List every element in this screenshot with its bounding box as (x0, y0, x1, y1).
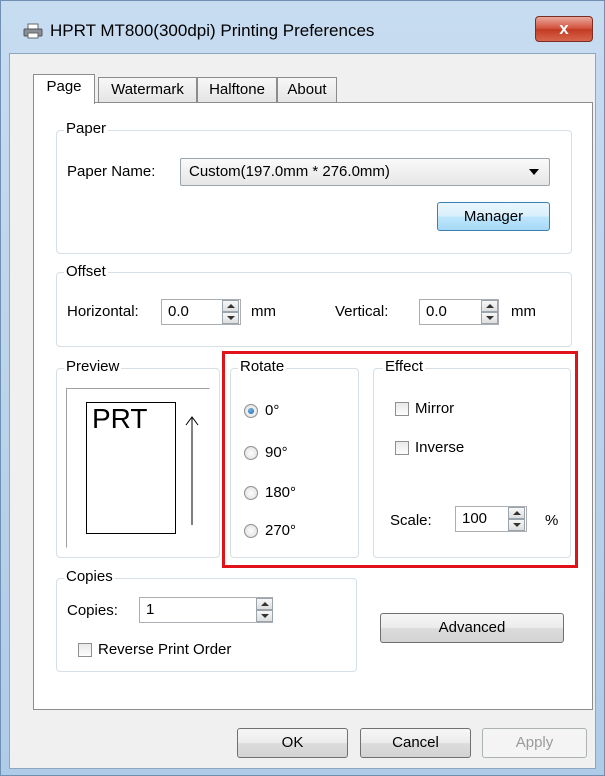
tab-page[interactable]: Page (33, 74, 95, 104)
copies-label: Copies: (67, 602, 118, 619)
reverse-order-checkbox[interactable] (78, 643, 92, 657)
highlight-box (222, 351, 578, 568)
manager-button[interactable]: Manager (437, 202, 550, 231)
spin-up-icon[interactable] (481, 300, 498, 312)
horizontal-offset-spinner[interactable] (222, 300, 239, 324)
title-bar[interactable]: HPRT MT800(300dpi) Printing Preferences … (1, 1, 605, 42)
vertical-unit: mm (511, 303, 536, 320)
tab-halftone[interactable]: Halftone (197, 77, 277, 103)
spin-down-icon[interactable] (481, 312, 498, 324)
chevron-down-icon (529, 169, 539, 175)
copies-legend: Copies (64, 568, 115, 586)
paper-group (56, 130, 572, 254)
tab-watermark[interactable]: Watermark (98, 77, 197, 103)
cancel-button[interactable]: Cancel (360, 728, 471, 758)
advanced-button[interactable]: Advanced (380, 613, 564, 643)
paper-name-value: Custom(197.0mm * 276.0mm) (189, 163, 390, 180)
paper-legend: Paper (64, 120, 109, 138)
arrow-up-icon (185, 416, 199, 525)
horizontal-unit: mm (251, 303, 276, 320)
tab-about[interactable]: About (277, 77, 337, 103)
paper-name-label: Paper Name: (67, 163, 156, 180)
preview-legend: Preview (64, 358, 122, 376)
reverse-order-label[interactable]: Reverse Print Order (98, 641, 231, 659)
printer-icon (23, 23, 43, 39)
apply-button[interactable]: Apply (482, 728, 587, 758)
vertical-label: Vertical: (335, 303, 389, 320)
spin-down-icon[interactable] (222, 312, 239, 324)
copies-input[interactable]: 1 (139, 597, 273, 623)
horizontal-label: Horizontal: (67, 303, 139, 320)
close-button[interactable]: x (535, 16, 593, 42)
offset-legend: Offset (64, 263, 108, 281)
preview-sample-text: PRT (92, 403, 148, 434)
ok-button[interactable]: OK (237, 728, 348, 758)
spin-up-icon[interactable] (222, 300, 239, 312)
window-title: HPRT MT800(300dpi) Printing Preferences (50, 21, 375, 40)
vertical-offset-spinner[interactable] (481, 300, 498, 324)
spin-up-icon[interactable] (256, 598, 273, 610)
copies-spinner[interactable] (256, 598, 273, 622)
spin-down-icon[interactable] (256, 610, 273, 622)
paper-name-dropdown[interactable]: Custom(197.0mm * 276.0mm) (180, 158, 550, 186)
